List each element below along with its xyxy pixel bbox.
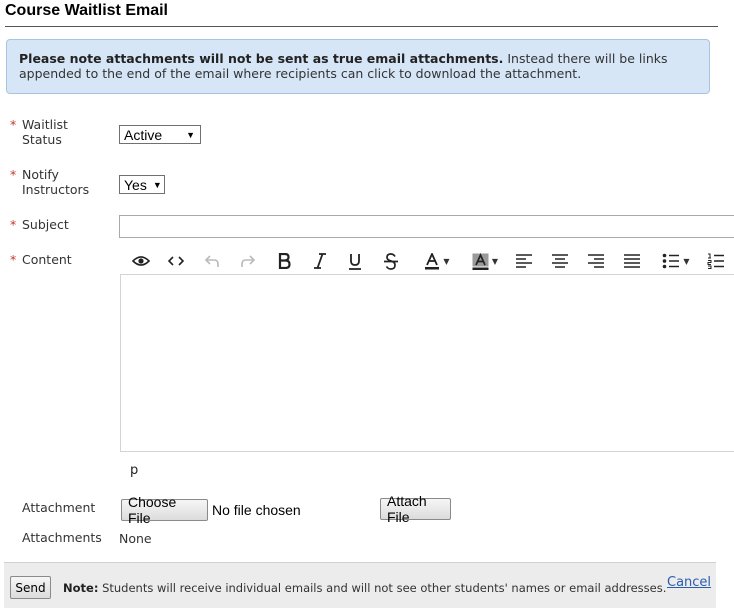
footer-note: Note: Students will receive individual e…	[63, 581, 667, 595]
required-marker: *	[10, 167, 17, 182]
chevron-down-icon: ▼	[443, 256, 450, 266]
italic-icon[interactable]	[309, 250, 331, 272]
dropdown-arrow-icon: ▼	[186, 129, 195, 140]
title-divider	[5, 26, 718, 27]
file-status-text: No file chosen	[212, 502, 301, 518]
font-color-icon[interactable]: ▼	[418, 250, 456, 272]
subject-input[interactable]	[119, 215, 734, 238]
bold-icon[interactable]	[273, 250, 295, 272]
waitlist-status-select[interactable]: Active ▼	[119, 125, 201, 144]
undo-icon[interactable]	[201, 250, 223, 272]
page-title: Course Waitlist Email	[5, 2, 168, 19]
attachment-notice: Please note attachments will not be sent…	[6, 39, 710, 94]
align-right-icon[interactable]	[585, 250, 607, 272]
required-marker: *	[10, 252, 17, 267]
content-label: * Content	[10, 252, 72, 267]
code-icon[interactable]	[165, 250, 187, 272]
align-justify-icon[interactable]	[621, 250, 643, 272]
form-footer: Send Note: Students will receive individ…	[4, 562, 716, 608]
dropdown-arrow-icon: ▼	[152, 179, 162, 190]
notify-instructors-label: * Notify Instructors	[10, 167, 90, 197]
send-button[interactable]: Send	[10, 576, 51, 599]
attach-file-button[interactable]: Attach File	[380, 493, 451, 525]
attachment-label: Attachment	[22, 500, 96, 515]
underline-icon[interactable]	[344, 250, 366, 272]
choose-file-button[interactable]: Choose File	[121, 494, 208, 526]
align-center-icon[interactable]	[549, 250, 571, 272]
align-left-icon[interactable]	[513, 250, 535, 272]
eye-icon[interactable]	[130, 250, 152, 272]
editor-element-path: p	[130, 463, 139, 478]
attachments-label: Attachments	[22, 530, 102, 545]
notice-bold-text: Please note attachments will not be sent…	[19, 51, 504, 66]
notify-instructors-select[interactable]: Yes ▼	[119, 175, 165, 194]
cancel-link[interactable]: Cancel	[667, 575, 711, 590]
required-marker: *	[10, 217, 17, 232]
required-marker: *	[10, 117, 17, 132]
attachments-value: None	[119, 531, 152, 546]
waitlist-status-label: * Waitlist Status	[10, 117, 68, 147]
highlight-color-icon[interactable]: ▼	[466, 250, 504, 272]
redo-icon[interactable]	[237, 250, 259, 272]
chevron-down-icon: ▼	[683, 256, 690, 266]
subject-label: * Subject	[10, 217, 69, 232]
bullet-list-icon[interactable]: ▼	[657, 250, 695, 272]
numbered-list-icon[interactable]	[705, 250, 727, 272]
editor-toolbar: ▼ ▼ ▼	[120, 246, 734, 274]
chevron-down-icon: ▼	[491, 256, 499, 266]
content-editor[interactable]	[120, 274, 734, 452]
strikethrough-icon[interactable]	[380, 250, 402, 272]
